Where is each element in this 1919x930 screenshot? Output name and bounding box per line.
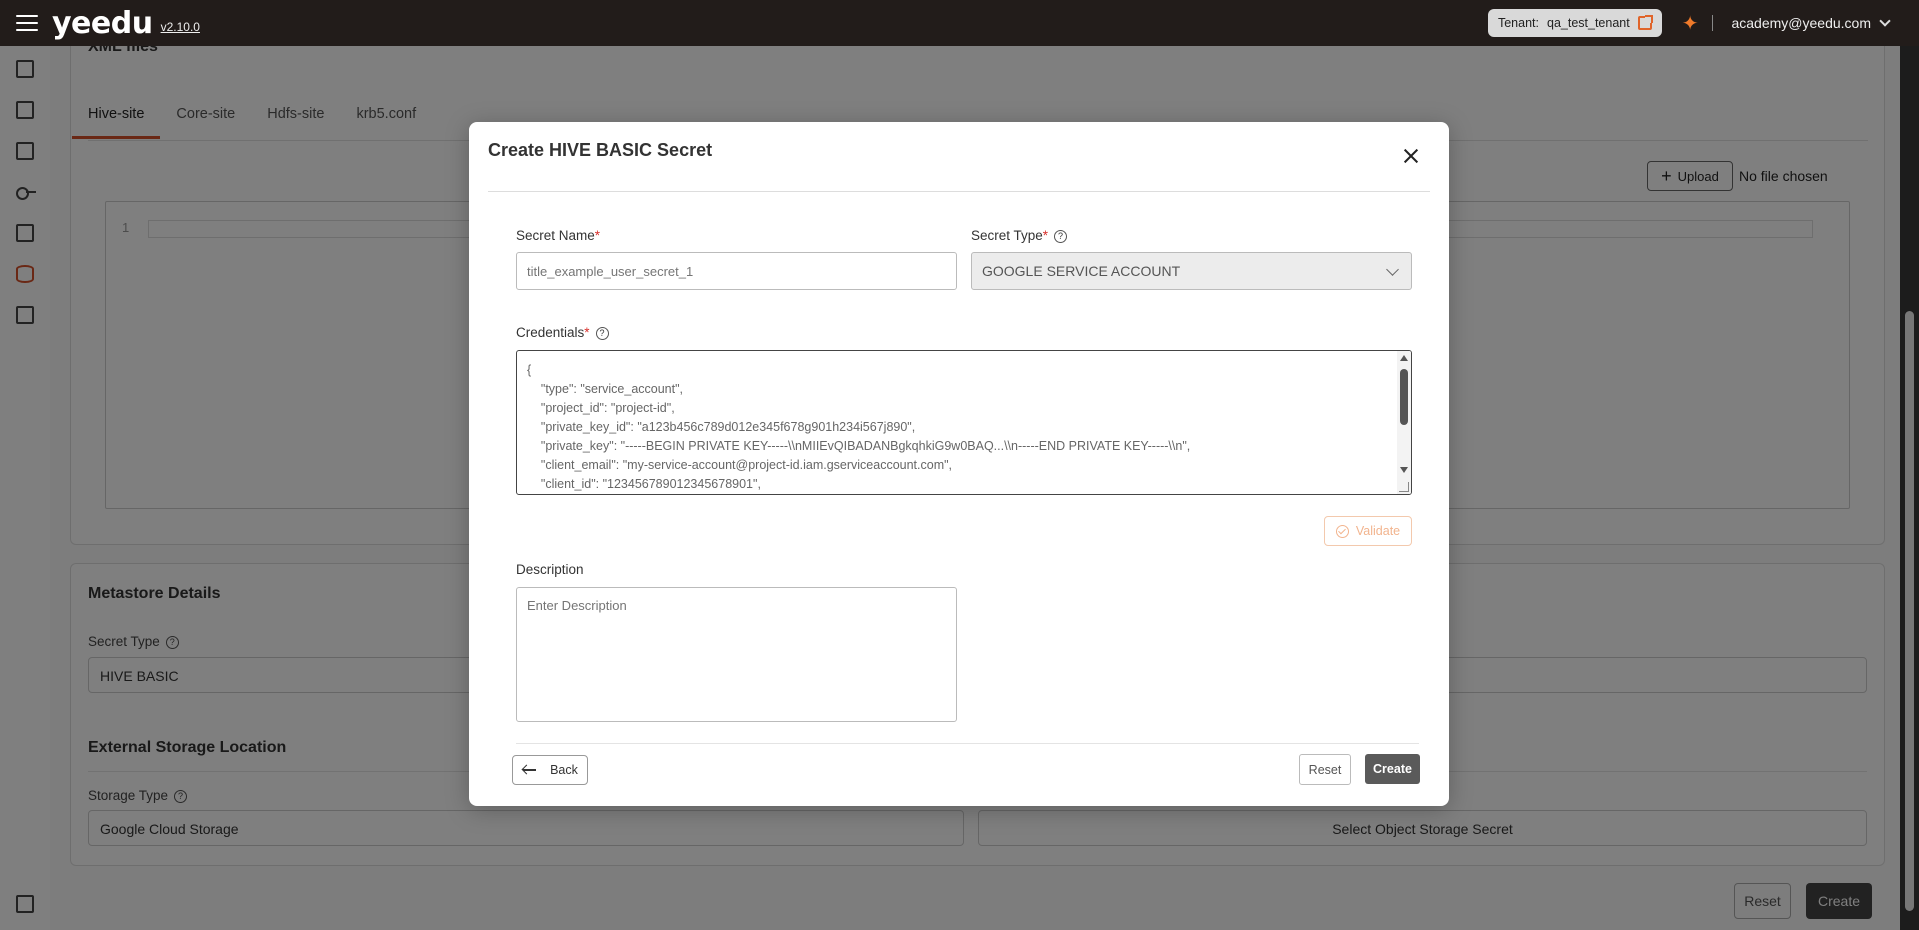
description-textarea[interactable]: [516, 587, 957, 722]
secret-type-label: Secret Type*?: [971, 228, 1068, 243]
back-label: Back: [550, 763, 578, 777]
validate-button[interactable]: Validate: [1324, 516, 1412, 546]
app-version[interactable]: v2.10.0: [161, 20, 200, 34]
spark-icon[interactable]: ✦: [1682, 11, 1699, 36]
validate-label: Validate: [1355, 524, 1401, 538]
scroll-down-icon[interactable]: [1400, 467, 1408, 473]
back-button[interactable]: Back: [512, 755, 588, 785]
help-icon[interactable]: ?: [595, 326, 609, 340]
scrollbar-thumb[interactable]: [1905, 311, 1914, 911]
app-logo[interactable]: yeedu: [52, 6, 153, 41]
external-link-icon: [1637, 15, 1653, 30]
secret-name-label: Secret Name*: [516, 228, 600, 243]
modal-title: Create HIVE BASIC Secret: [488, 140, 713, 160]
page-scrollbar[interactable]: [1900, 46, 1919, 930]
modal-divider: [488, 191, 1430, 192]
tenant-label: Tenant:: [1497, 16, 1539, 30]
credentials-label: Credentials*?: [516, 325, 609, 340]
credentials-scrollbar[interactable]: [1397, 351, 1411, 494]
tenant-switcher[interactable]: Tenant: qa_test_tenant: [1487, 9, 1662, 37]
scrollbar-thumb[interactable]: [1400, 369, 1408, 425]
required-marker: *: [584, 325, 590, 340]
credentials-placeholder: { "type": "service_account", "project_id…: [527, 363, 1191, 491]
tenant-name: qa_test_tenant: [1547, 16, 1630, 30]
credentials-text: Credentials: [516, 325, 585, 340]
secret-name-text: Secret Name: [516, 228, 595, 243]
create-secret-modal: Create HIVE BASIC Secret Secret Name* Se…: [469, 122, 1449, 806]
secret-type-select[interactable]: GOOGLE SERVICE ACCOUNT: [971, 252, 1412, 290]
scroll-up-icon[interactable]: [1400, 355, 1408, 361]
top-bar: yeedu v2.10.0 Tenant: qa_test_tenant ✦ a…: [0, 0, 1919, 46]
resize-handle[interactable]: [1399, 482, 1409, 492]
check-circle-icon: [1335, 524, 1349, 538]
arrow-left-icon: [522, 765, 537, 775]
menu-icon[interactable]: [16, 15, 38, 31]
secret-name-input[interactable]: [516, 252, 957, 290]
close-icon[interactable]: [1401, 146, 1421, 166]
user-email[interactable]: academy@yeedu.com: [1731, 15, 1871, 31]
required-marker: *: [1042, 228, 1049, 243]
help-icon[interactable]: ?: [1054, 229, 1068, 243]
modal-footer-divider: [516, 743, 1419, 744]
create-button[interactable]: Create: [1365, 754, 1420, 784]
credentials-textarea[interactable]: { "type": "service_account", "project_id…: [516, 350, 1412, 495]
secret-type-value: GOOGLE SERVICE ACCOUNT: [982, 263, 1181, 279]
chevron-down-icon: [1386, 263, 1399, 276]
secret-type-text: Secret Type: [971, 228, 1043, 243]
required-marker: *: [594, 228, 601, 243]
reset-button[interactable]: Reset: [1299, 754, 1351, 785]
description-label: Description: [516, 562, 584, 577]
divider: [1712, 15, 1714, 31]
chevron-down-icon[interactable]: [1879, 15, 1891, 27]
